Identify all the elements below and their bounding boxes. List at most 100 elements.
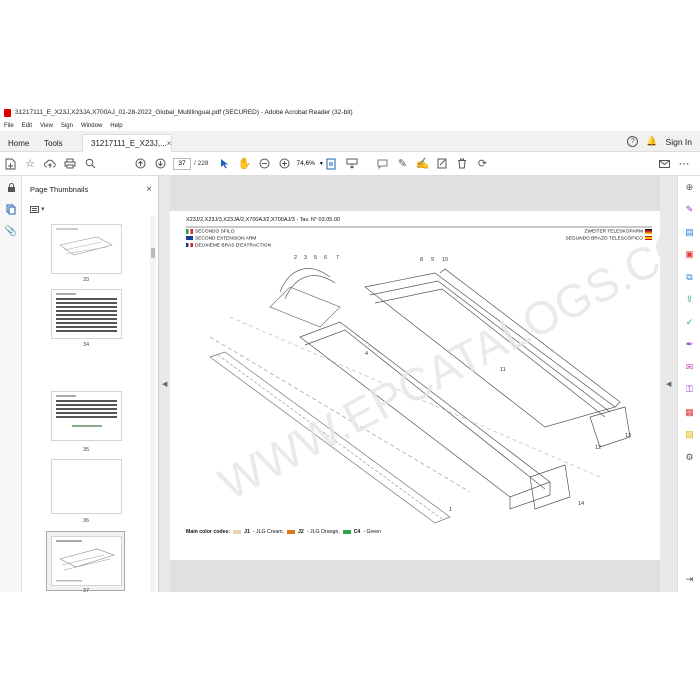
scan-ocr-icon[interactable]: ▧ xyxy=(678,424,700,447)
more-tools-icon[interactable]: ⚙ xyxy=(678,446,700,469)
callout-7: 7 xyxy=(336,255,339,261)
attachment-paperclip-icon[interactable]: 📎 xyxy=(0,220,22,242)
menu-sign[interactable]: Sign xyxy=(61,123,73,129)
callout-12: 12 xyxy=(595,445,601,451)
thumbnails-list: 33 34 35 36 37 xyxy=(22,216,150,592)
keyboard-scroll-icon[interactable] xyxy=(342,154,362,174)
tab-home[interactable]: Home xyxy=(0,134,37,152)
callout-14: 14 xyxy=(578,501,584,507)
request-signature-icon[interactable]: ✓ xyxy=(678,311,700,334)
collapse-left-panel-icon[interactable]: ◀ xyxy=(162,380,167,388)
zoom-level-select[interactable]: 74,6% ▼ xyxy=(294,158,323,170)
spain-flag-icon xyxy=(645,235,652,241)
thumbnail-page-number: 33 xyxy=(82,277,90,283)
exploded-parts-diagram: 2 3 5 6 7 8 9 10 11 12 13 14 1 4 xyxy=(209,255,631,524)
callout-1: 1 xyxy=(449,507,452,513)
main-toolbar: ☆ 37 / 228 ✋ 74,6% ▼ ✎ ✍ ⟳ ⋯ xyxy=(0,152,700,176)
organize-pages-icon[interactable]: ▤ xyxy=(678,221,700,244)
menu-edit[interactable]: Edit xyxy=(22,123,32,129)
close-tab-icon[interactable]: × xyxy=(167,139,172,148)
swatch-j2 xyxy=(287,530,296,534)
legend-code-c4: C4 xyxy=(353,529,361,535)
protect-icon[interactable]: ⚿ xyxy=(678,379,700,402)
acrobat-window: 31217111_E_X23J,X23JA,X700AJ_01-28-2022_… xyxy=(0,105,700,592)
zoom-out-icon[interactable] xyxy=(254,154,274,174)
thumbnail-page-35[interactable] xyxy=(51,391,122,441)
thumbnail-page-number: 34 xyxy=(82,342,90,348)
collapse-right-panel-icon[interactable]: ◀ xyxy=(666,380,671,388)
fill-sign-icon[interactable] xyxy=(432,154,452,174)
comment-tool-icon[interactable]: ✉ xyxy=(678,356,700,379)
sign-in-link[interactable]: Sign In xyxy=(666,137,692,147)
document-viewer[interactable]: X23J/2,X23J/3,X23JA/2,X700AJ/2,X700AJ/3 … xyxy=(170,176,660,592)
highlight-pen-icon[interactable]: ✎ xyxy=(392,154,412,174)
more-options-icon[interactable]: ⋯ xyxy=(674,154,694,174)
notifications-bell-icon[interactable]: 🔔 xyxy=(646,136,657,147)
edit-pdf-icon[interactable]: ✎ xyxy=(678,199,700,222)
next-page-icon[interactable] xyxy=(150,154,170,174)
callout-3: 3 xyxy=(304,255,307,261)
legend-name-j1: - JLG Cream, xyxy=(252,529,285,535)
options-list-icon xyxy=(30,205,39,213)
compress-icon[interactable]: ▦ xyxy=(678,401,700,424)
thumbnail-options-button[interactable]: ▾ xyxy=(22,202,158,216)
swatch-j1 xyxy=(233,530,242,534)
create-pdf-tool-icon[interactable]: ▣ xyxy=(678,244,700,267)
thumbnail-page-37[interactable] xyxy=(51,536,122,586)
callout-6: 6 xyxy=(324,255,327,261)
right-tools-rail: ⊕ ✎ ▤ ▣ ⧉ ⇪ ✓ ✒ ✉ ⚿ ▦ ▧ ⚙ ⇥ xyxy=(677,176,700,592)
page-number-input[interactable]: 37 xyxy=(173,157,191,170)
window-title: 31217111_E_X23J,X23JA,X700AJ_01-28-2022_… xyxy=(15,109,353,116)
title-italian: SECONDO SFILO xyxy=(195,229,235,235)
previous-page-icon[interactable] xyxy=(130,154,150,174)
zoom-in-icon[interactable] xyxy=(274,154,294,174)
help-icon[interactable]: ? xyxy=(627,136,639,147)
menu-bar: File Edit View Sign Window Help xyxy=(0,120,700,131)
lock-icon[interactable] xyxy=(0,176,22,198)
rotate-icon[interactable]: ⟳ xyxy=(472,154,492,174)
tab-bar: Home Tools 31217111_E_X23J,... × ? 🔔 Sig… xyxy=(0,131,700,152)
zoom-search-icon[interactable]: ⊕ xyxy=(678,176,700,199)
scrollbar-thumb[interactable] xyxy=(151,248,155,258)
fill-and-sign-icon[interactable]: ✒ xyxy=(678,334,700,357)
print-icon[interactable] xyxy=(60,154,80,174)
thumbnails-scrollbar[interactable] xyxy=(150,216,156,592)
hand-tool-icon[interactable]: ✋ xyxy=(234,154,254,174)
title-english: SECOND EXTENSION ARM xyxy=(195,236,257,242)
thumbnail-page-number: 35 xyxy=(82,447,90,453)
expand-rail-icon[interactable]: ⇥ xyxy=(678,569,700,592)
page-thumbnails-panel: Page Thumbnails × ▾ 33 34 35 36 37 xyxy=(22,176,159,592)
page-fit-icon[interactable] xyxy=(322,154,342,174)
legend-name-j2: - JLG Orange, xyxy=(306,529,340,535)
tab-document[interactable]: 31217111_E_X23J,... × xyxy=(82,134,172,152)
document-header: X23J/2,X23J/3,X23JA/2,X700AJ/2,X700AJ/3 … xyxy=(186,217,340,223)
create-pdf-icon[interactable] xyxy=(0,154,20,174)
tab-tools[interactable]: Tools xyxy=(36,134,71,152)
upload-cloud-icon[interactable] xyxy=(40,154,60,174)
callout-11: 11 xyxy=(500,367,506,373)
email-icon[interactable] xyxy=(654,154,674,174)
combine-files-icon[interactable]: ⧉ xyxy=(678,266,700,289)
page-thumbnails-icon[interactable] xyxy=(0,198,22,220)
menu-window[interactable]: Window xyxy=(81,123,102,129)
search-icon[interactable] xyxy=(80,154,100,174)
pdf-page: X23J/2,X23J/3,X23JA/2,X700AJ/2,X700AJ/3 … xyxy=(170,211,660,560)
thumbnail-page-number: 37 xyxy=(82,588,90,592)
callout-9: 9 xyxy=(431,257,434,263)
thumbnail-page-34[interactable] xyxy=(51,289,122,339)
draw-sign-icon[interactable]: ✍ xyxy=(412,154,432,174)
menu-file[interactable]: File xyxy=(4,123,14,129)
thumbnail-page-36[interactable] xyxy=(51,459,122,514)
menu-help[interactable]: Help xyxy=(110,123,122,129)
thumbnail-page-33[interactable] xyxy=(51,224,122,274)
callout-2: 2 xyxy=(294,255,297,261)
delete-trash-icon[interactable] xyxy=(452,154,472,174)
close-panel-icon[interactable]: × xyxy=(146,184,152,195)
menu-view[interactable]: View xyxy=(40,123,53,129)
bookmark-star-icon[interactable]: ☆ xyxy=(20,154,40,174)
export-pdf-icon[interactable]: ⇪ xyxy=(678,289,700,312)
select-cursor-icon[interactable] xyxy=(214,154,234,174)
comment-icon[interactable] xyxy=(372,154,392,174)
thumbnails-title: Page Thumbnails xyxy=(30,184,89,194)
page-total: / 228 xyxy=(194,160,209,167)
